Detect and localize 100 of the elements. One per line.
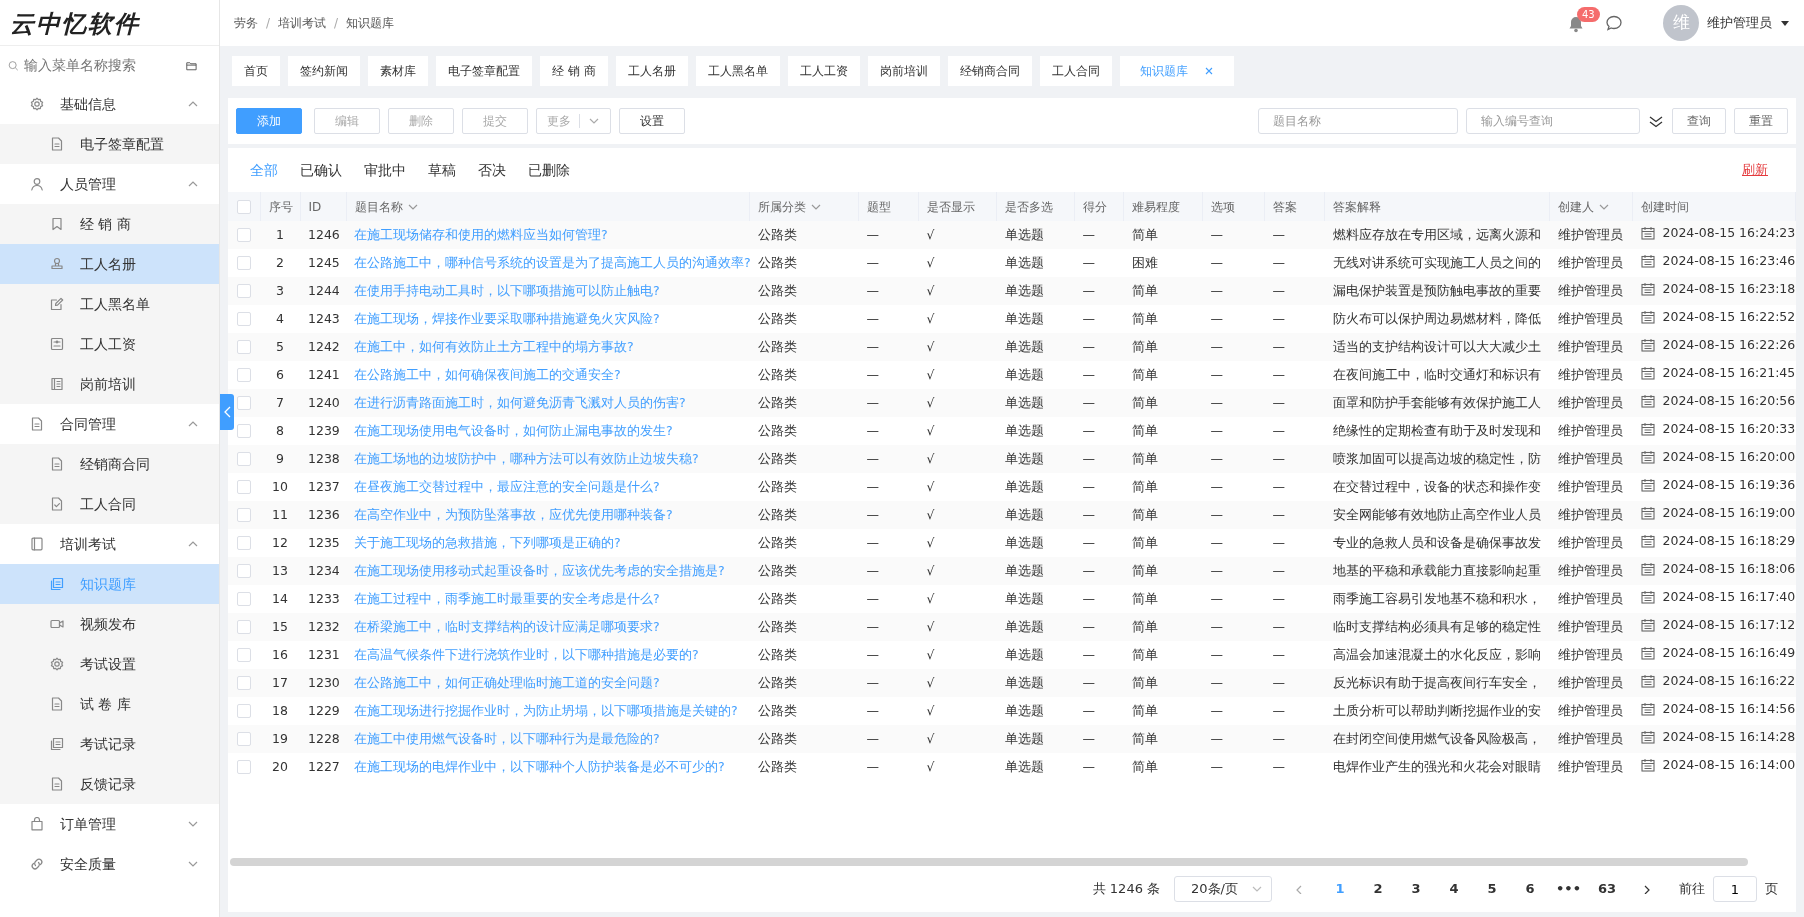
row-checkbox[interactable] (237, 452, 251, 467)
table-cell: 简单 (1123, 725, 1203, 753)
row-checkbox[interactable] (237, 508, 251, 523)
sidebar-item[interactable]: 视频发布 (0, 604, 219, 644)
table-cell: — (1264, 725, 1325, 753)
status-tab[interactable]: 否决 (478, 159, 506, 181)
row-checkbox[interactable] (237, 312, 251, 327)
status-tab[interactable]: 审批中 (364, 159, 406, 181)
scrollbar[interactable] (230, 858, 1748, 866)
sidebar-item[interactable]: 工人黑名单 (0, 284, 219, 324)
sidebar-group[interactable]: 合同管理 (0, 404, 219, 444)
page-size-select[interactable]: 20条/页 (1174, 876, 1273, 902)
collapse-button[interactable] (220, 394, 234, 430)
table-cell: 单选题 (996, 221, 1075, 249)
table-cell: 简单 (1123, 277, 1203, 305)
row-checkbox[interactable] (237, 228, 251, 243)
page-tab[interactable]: 签约新闻 (288, 56, 360, 86)
page-input[interactable]: 1 (1713, 876, 1757, 902)
toolbar-button[interactable]: 重置 (1734, 108, 1788, 134)
table-cell: — (858, 333, 919, 361)
page-tab[interactable]: 经销商合同 (947, 56, 1032, 86)
sidebar-item[interactable]: 工人名册 (0, 244, 219, 284)
calendar-icon (1640, 506, 1655, 521)
user-name[interactable]: 维护管理员 (1707, 13, 1772, 33)
row-checkbox[interactable] (237, 284, 251, 299)
sidebar-item[interactable]: 工人工资 (0, 324, 219, 364)
row-checkbox[interactable] (237, 536, 251, 551)
breadcrumb-item[interactable]: 劳务 (234, 14, 258, 32)
table-cell: 电焊作业产生的强光和火花会对眼睛 (1324, 753, 1550, 781)
refresh-link[interactable]: 刷新 (1742, 160, 1768, 180)
row-checkbox[interactable] (237, 592, 251, 607)
page-tab[interactable]: 工人合同 (1039, 56, 1112, 86)
row-checkbox[interactable] (237, 340, 251, 355)
search-field[interactable]: 输入编号查询 (1466, 108, 1640, 134)
page-number[interactable]: 5 (1480, 879, 1505, 899)
close-icon[interactable] (1203, 66, 1214, 76)
chat-icon[interactable] (1605, 14, 1623, 32)
sidebar-item[interactable]: 电子签章配置 (0, 124, 219, 164)
table-cell: 1230 (300, 669, 346, 697)
column-header[interactable]: 题目名称 (354, 197, 419, 216)
page-tab[interactable]: 工人名册 (615, 56, 688, 86)
page-tab[interactable]: 工人黑名单 (695, 56, 780, 86)
page-tab[interactable]: 岗前培训 (867, 56, 940, 86)
search-field[interactable]: 题目名称 (1258, 108, 1458, 134)
sidebar-group[interactable]: 基础信息 (0, 84, 219, 124)
page-number[interactable]: 6 (1518, 879, 1543, 899)
row-checkbox[interactable] (237, 648, 251, 663)
sidebar-item[interactable]: 反馈记录 (0, 764, 219, 804)
toolbar-button[interactable]: 设置 (619, 108, 685, 134)
page-number[interactable]: 2 (1366, 879, 1391, 899)
sidebar-item-label: 视频发布 (80, 614, 136, 634)
expand-icon[interactable] (1648, 114, 1664, 128)
row-checkbox[interactable] (237, 396, 251, 411)
row-checkbox[interactable] (237, 368, 251, 383)
sidebar-item[interactable]: 岗前培训 (0, 364, 219, 404)
sidebar-group[interactable]: 安全质量 (0, 844, 219, 884)
page-tab[interactable]: 经 销 商 (540, 56, 608, 86)
row-checkbox[interactable] (237, 704, 251, 719)
row-checkbox[interactable] (237, 564, 251, 579)
page-tab[interactable]: 首页 (232, 56, 280, 86)
page-number[interactable]: 3 (1404, 879, 1429, 899)
page-tab[interactable]: 电子签章配置 (436, 56, 532, 86)
table-cell: 公路类 (749, 417, 859, 445)
table-cell: — (1264, 557, 1325, 585)
table-cell: 简单 (1123, 417, 1203, 445)
sidebar-group[interactable]: 订单管理 (0, 804, 219, 844)
sidebar-item[interactable]: 经销商合同 (0, 444, 219, 484)
row-checkbox[interactable] (237, 760, 251, 775)
column-header: 答案解释 (1333, 198, 1381, 216)
sidebar-item[interactable]: 考试设置 (0, 644, 219, 684)
created-time: 2024-08-15 16:19:00 (1662, 503, 1796, 522)
sidebar-item[interactable]: 工人合同 (0, 484, 219, 524)
page-number[interactable]: 63 (1595, 879, 1619, 899)
page-tab[interactable]: 素材库 (368, 56, 428, 86)
breadcrumb-item[interactable]: 培训考试 (278, 14, 327, 32)
row-checkbox[interactable] (237, 732, 251, 747)
status-tab[interactable]: 已确认 (300, 159, 342, 181)
row-checkbox[interactable] (237, 424, 251, 439)
table-cell: 维护管理员 (1549, 613, 1633, 641)
toolbar-button[interactable]: 查询 (1672, 108, 1726, 134)
table-cell: — (1264, 669, 1325, 697)
sidebar-group[interactable]: 培训考试 (0, 524, 219, 564)
table-cell: 简单 (1123, 389, 1203, 417)
calendar-icon (1640, 562, 1655, 577)
row-checkbox[interactable] (237, 256, 251, 271)
link-icon (30, 857, 44, 871)
sidebar-item[interactable]: 经 销 商 (0, 204, 219, 244)
page-number[interactable]: 4 (1442, 879, 1467, 899)
status-tab[interactable]: 草稿 (428, 159, 456, 181)
select-all-checkbox[interactable] (236, 200, 251, 214)
sidebar-group[interactable]: 人员管理 (0, 164, 219, 204)
search-field[interactable]: 输入菜单名称搜索 (22, 53, 183, 77)
sidebar-item[interactable]: 试 卷 库 (0, 684, 219, 724)
row-checkbox[interactable] (237, 676, 251, 691)
status-tab[interactable]: 已删除 (528, 159, 570, 181)
page-number[interactable]: ••• (1556, 879, 1581, 899)
sidebar-item[interactable]: 考试记录 (0, 724, 219, 764)
row-checkbox[interactable] (237, 480, 251, 495)
row-checkbox[interactable] (237, 620, 251, 635)
page-tab[interactable]: 工人工资 (787, 56, 860, 86)
